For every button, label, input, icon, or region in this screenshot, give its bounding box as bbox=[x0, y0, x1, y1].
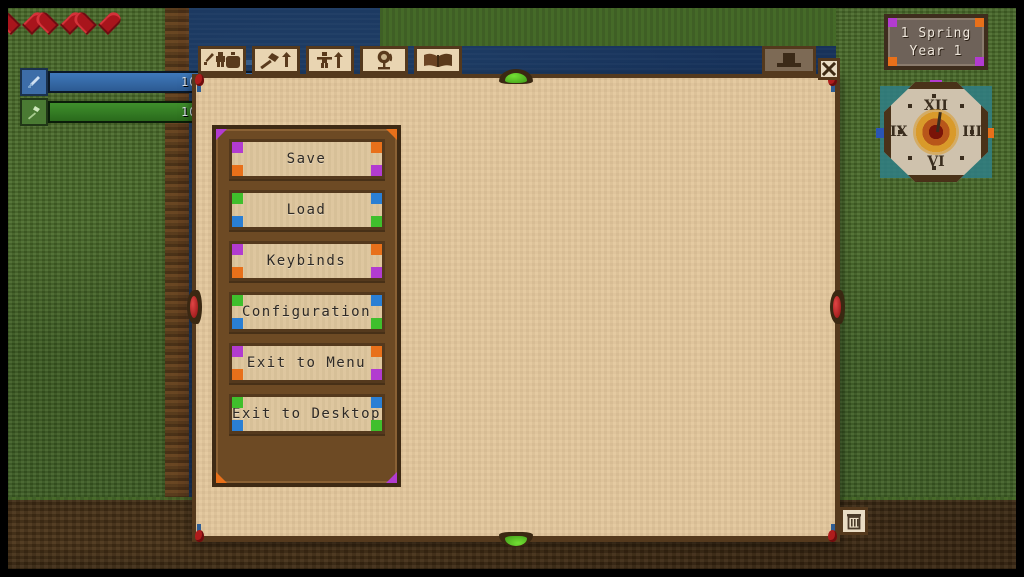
heart-icon bbox=[8, 6, 36, 32]
tab-inventory[interactable] bbox=[198, 46, 246, 74]
corner-accent bbox=[231, 369, 243, 380]
corner-accent bbox=[370, 369, 382, 380]
window-tab-bar bbox=[198, 46, 462, 74]
corner-accent bbox=[231, 267, 243, 278]
trash-button[interactable] bbox=[840, 507, 868, 535]
corner-accent bbox=[231, 420, 243, 431]
corner-accent bbox=[386, 472, 397, 483]
menu-button-label: Exit to Menu bbox=[246, 355, 367, 371]
date-display: 1 Spring Year 1 bbox=[884, 14, 988, 70]
corner-accent bbox=[370, 267, 382, 278]
tab-skills[interactable] bbox=[252, 46, 300, 74]
top-hat-icon bbox=[777, 53, 801, 67]
menu-button-configuration[interactable]: Configuration bbox=[228, 292, 385, 332]
corner-accent bbox=[216, 472, 227, 483]
clock-numeral-ix: IX bbox=[890, 124, 908, 140]
corner-accent bbox=[370, 165, 382, 176]
game-screen: 100 / 100 100 / 100 1 Spring Year 1 bbox=[0, 0, 1024, 577]
close-x-icon bbox=[822, 62, 836, 76]
sword-person-bag-icon bbox=[204, 52, 241, 68]
corner-accent bbox=[231, 346, 243, 357]
health-hearts bbox=[8, 6, 112, 32]
corner-accent bbox=[231, 244, 243, 255]
book-icon bbox=[424, 53, 452, 67]
person-arrow-icon bbox=[317, 52, 343, 68]
menu-button-exit-to-desktop[interactable]: Exit to Desktop bbox=[228, 394, 385, 434]
corner-accent bbox=[386, 129, 397, 140]
trash-can-icon bbox=[847, 514, 861, 530]
menu-button-keybinds[interactable]: Keybinds bbox=[228, 241, 385, 281]
date-year: Year 1 bbox=[909, 44, 963, 59]
corner-accent bbox=[370, 142, 382, 153]
corner-accent bbox=[231, 216, 243, 227]
close-button[interactable] bbox=[818, 58, 840, 80]
heart-icon bbox=[84, 6, 112, 32]
panel-corner-pin-bottomright bbox=[814, 516, 840, 542]
panel-corner-pin-topleft bbox=[192, 74, 218, 100]
clock-numeral-iii: III bbox=[962, 124, 982, 140]
corner-accent bbox=[370, 216, 382, 227]
corner-accent bbox=[370, 193, 382, 204]
grass-terrain-top bbox=[380, 0, 840, 46]
corner-accent bbox=[231, 318, 243, 329]
sun-icon bbox=[913, 109, 959, 155]
sun-clock: XII III VI IX bbox=[876, 80, 994, 182]
tab-settings[interactable] bbox=[762, 46, 816, 74]
menu-button-label: Keybinds bbox=[266, 253, 347, 269]
menu-button-label: Load bbox=[286, 202, 327, 218]
red-gem-left-decoration bbox=[187, 290, 202, 324]
corner-accent bbox=[231, 142, 243, 153]
heart-icon bbox=[46, 6, 74, 32]
corner-accent bbox=[370, 420, 382, 431]
green-gem-top-decoration bbox=[498, 69, 533, 84]
corner-accent bbox=[370, 346, 382, 357]
menu-button-label: Save bbox=[286, 151, 327, 167]
globe-icon bbox=[377, 50, 393, 70]
corner-accent bbox=[370, 397, 382, 408]
panel-corner-pin-bottomleft bbox=[192, 516, 218, 542]
corner-accent bbox=[370, 318, 382, 329]
corner-accent bbox=[231, 295, 243, 306]
menu-button-exit-to-menu[interactable]: Exit to Menu bbox=[228, 343, 385, 383]
corner-accent bbox=[370, 295, 382, 306]
hammer-arrow-icon bbox=[260, 52, 291, 69]
tab-journal[interactable] bbox=[414, 46, 462, 74]
red-gem-right-decoration bbox=[830, 290, 845, 324]
tab-stats[interactable] bbox=[306, 46, 354, 74]
corner-accent bbox=[370, 244, 382, 255]
system-menu: Save Load Keybinds Configuration Exit to Men… bbox=[212, 125, 401, 487]
menu-button-label: Exit to Desktop bbox=[232, 406, 381, 422]
date-day-season: 1 Spring bbox=[900, 26, 972, 41]
menu-button-label: Configuration bbox=[241, 304, 372, 320]
menu-button-load[interactable]: Load bbox=[228, 190, 385, 230]
menu-button-save[interactable]: Save bbox=[228, 139, 385, 179]
hammer-icon bbox=[20, 98, 48, 126]
corner-accent bbox=[231, 193, 243, 204]
tab-map[interactable] bbox=[360, 46, 408, 74]
green-gem-bottom-decoration bbox=[498, 532, 533, 547]
grass-terrain-right bbox=[836, 0, 1024, 505]
window-tab-bar-right bbox=[762, 46, 816, 74]
corner-accent bbox=[231, 165, 243, 176]
corner-accent bbox=[231, 397, 243, 408]
sword-icon bbox=[20, 68, 48, 96]
corner-accent bbox=[216, 129, 227, 140]
